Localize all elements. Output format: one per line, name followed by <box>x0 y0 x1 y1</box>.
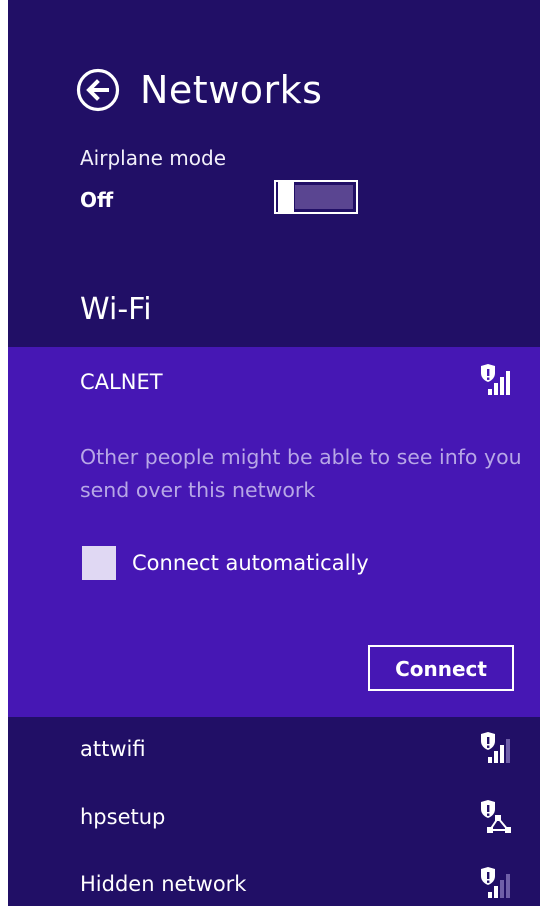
network-item-calnet[interactable]: CALNET Other people might be able to see… <box>8 347 540 717</box>
wifi-section-title: Wi-Fi <box>80 292 152 327</box>
network-name: Hidden network <box>80 872 247 896</box>
network-item-hidden-network[interactable]: Hidden network <box>8 852 540 906</box>
connect-automatically-checkbox[interactable] <box>82 546 116 580</box>
back-arrow-circle-icon <box>76 68 120 112</box>
wifi-signal-unsecured-icon <box>478 363 518 399</box>
connect-button[interactable]: Connect <box>368 645 514 691</box>
network-item-attwifi[interactable]: attwifi <box>8 717 540 783</box>
airplane-mode-state: Off <box>80 188 114 212</box>
back-button[interactable] <box>76 68 120 112</box>
wifi-signal-unsecured-icon <box>478 866 518 902</box>
network-name: hpsetup <box>80 805 166 829</box>
connect-automatically-label[interactable]: Connect automatically <box>132 549 369 577</box>
airplane-mode-label: Airplane mode <box>80 146 227 170</box>
network-item-hpsetup[interactable]: hpsetup <box>8 785 540 851</box>
networks-panel: Networks Airplane mode Off Wi-Fi CALNET … <box>8 0 540 906</box>
airplane-mode-toggle[interactable] <box>274 180 358 214</box>
security-warning-text: Other people might be able to see info y… <box>80 445 522 502</box>
adhoc-network-unsecured-icon <box>478 799 518 835</box>
page-title: Networks <box>140 68 323 112</box>
network-name: CALNET <box>80 370 163 394</box>
network-name: attwifi <box>80 737 146 761</box>
wifi-signal-unsecured-icon <box>478 731 518 767</box>
